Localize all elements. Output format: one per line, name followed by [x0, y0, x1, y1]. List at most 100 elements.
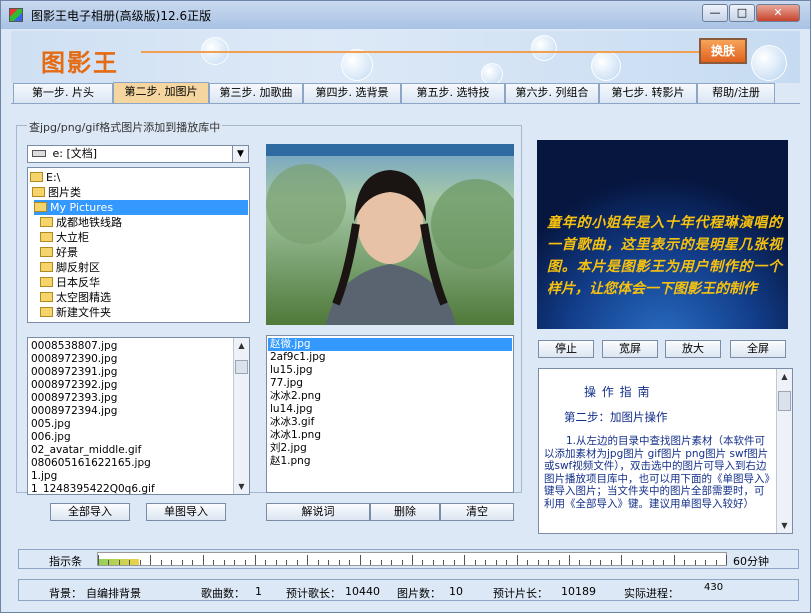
indicator-tick: [150, 555, 152, 565]
indicator-tick: [255, 555, 256, 565]
status-songs-label: 歌曲数：: [201, 587, 245, 600]
indicator-tick: [401, 560, 403, 565]
folder-tree[interactable]: E:\ 图片类 My Pictures 成都地铁线路 大立柜 好景 脚反射区 日…: [27, 167, 250, 323]
scroll-up-icon[interactable]: ▲: [777, 369, 792, 384]
folder-open-icon: [30, 172, 43, 182]
bubble-decoration: [481, 63, 503, 83]
tree-item[interactable]: 脚反射区: [40, 260, 100, 275]
drive-value: e: [文档]: [52, 147, 98, 160]
maximize-button[interactable]: □: [729, 4, 755, 22]
tree-item-selected[interactable]: My Pictures: [34, 200, 248, 215]
playlist-item[interactable]: 冰冰1.png: [270, 429, 321, 442]
scroll-thumb[interactable]: [778, 391, 791, 411]
tree-item[interactable]: 成都地铁线路: [40, 215, 122, 230]
guide-scrollbar[interactable]: ▲ ▼: [776, 369, 792, 533]
guide-body: 1.从左边的目录中查找图片素材（本软件可以添加素材为jpg图片 gif图片 pn…: [544, 435, 770, 510]
tree-item[interactable]: 图片类: [32, 185, 81, 200]
tab-step2[interactable]: 第二步. 加图片: [113, 82, 209, 103]
drive-select[interactable]: e: [文档] ▼: [27, 145, 249, 163]
status-film-len-value: 10189: [561, 585, 596, 598]
app-icon: [9, 8, 23, 22]
list-item[interactable]: 0008972390.jpg: [31, 353, 117, 366]
widescreen-button[interactable]: 宽屏: [602, 340, 658, 358]
list-item[interactable]: 0008972394.jpg: [31, 405, 117, 418]
bubble-decoration: [531, 35, 557, 61]
scroll-down-icon[interactable]: ▼: [234, 479, 249, 494]
tab-step7[interactable]: 第七步. 转影片: [599, 83, 697, 103]
indicator-tick: [652, 560, 654, 565]
status-songs-value: 1: [255, 585, 262, 598]
playlist-item[interactable]: 2af9c1.jpg: [270, 351, 326, 364]
indicator-tick: [443, 560, 445, 565]
list-item[interactable]: 0008972393.jpg: [31, 392, 117, 405]
list-item[interactable]: 0008538807.jpg: [31, 340, 117, 353]
playlist-item[interactable]: lu15.jpg: [270, 364, 313, 377]
title-bar[interactable]: 图影王电子相册(高级版)12.6正版 — □ ✕: [1, 1, 810, 29]
folder-icon: [40, 307, 53, 317]
delete-button[interactable]: 删除: [370, 503, 440, 521]
tab-step1[interactable]: 第一步. 片头: [13, 83, 113, 103]
indicator-tick: [694, 560, 696, 565]
tree-item[interactable]: 日本反华: [40, 275, 100, 290]
guide-step: 第二步：加图片操作: [564, 410, 668, 424]
film-preview: 童年的小姐年是入十年代程琳演唱的一首歌曲，这里表示的是明星几张视图。本片是图影王…: [537, 140, 788, 329]
tree-item[interactable]: 新建文件夹: [40, 305, 111, 320]
indicator-tick: [317, 560, 319, 565]
indicator-tick: [558, 560, 560, 565]
file-list-scrollbar[interactable]: ▲ ▼: [233, 338, 249, 494]
import-single-button[interactable]: 单图导入: [146, 503, 226, 521]
tab-help[interactable]: 帮助/注册: [697, 83, 775, 103]
playlist-item[interactable]: 刘2.jpg: [270, 442, 307, 455]
indicator-tick: [307, 555, 309, 565]
skin-switch-button[interactable]: 换肤: [699, 38, 747, 64]
scroll-down-icon[interactable]: ▼: [777, 518, 792, 533]
app-window: 图影王电子相册(高级版)12.6正版 — □ ✕ 图影王 换肤 第一步. 片头 …: [0, 0, 811, 613]
status-song-len-value: 10440: [345, 585, 380, 598]
status-bg-value: 自编排背景: [86, 587, 141, 600]
list-item[interactable]: 0008972392.jpg: [31, 379, 117, 392]
tree-item[interactable]: 好景: [40, 245, 78, 260]
tab-step6[interactable]: 第六步. 列组合: [505, 83, 599, 103]
list-item[interactable]: 0008972391.jpg: [31, 366, 117, 379]
tree-item[interactable]: 太空图精选: [40, 290, 111, 305]
scroll-thumb[interactable]: [235, 360, 248, 374]
caption-button[interactable]: 解说词: [266, 503, 370, 521]
tab-step4[interactable]: 第四步. 选背景: [303, 83, 401, 103]
file-list[interactable]: 0008538807.jpg 0008972390.jpg 0008972391…: [27, 337, 250, 495]
stop-button[interactable]: 停止: [538, 340, 594, 358]
clear-button[interactable]: 清空: [440, 503, 514, 521]
tab-step3[interactable]: 第三步. 加歌曲: [209, 83, 303, 103]
playlist-item[interactable]: 77.jpg: [270, 377, 303, 390]
playlist-item[interactable]: lu14.jpg: [270, 403, 313, 416]
folder-open-icon: [34, 202, 47, 212]
fullscreen-button[interactable]: 全屏: [730, 340, 786, 358]
bubble-decoration: [591, 51, 621, 81]
tree-item[interactable]: E:\: [30, 170, 60, 185]
list-item[interactable]: 1.jpg: [31, 470, 57, 483]
close-button[interactable]: ✕: [756, 4, 800, 22]
folder-open-icon: [32, 187, 45, 197]
playlist[interactable]: 赵微.jpg 2af9c1.jpg lu15.jpg 77.jpg 冰冰2.pn…: [266, 335, 514, 493]
banner-swoosh: [141, 51, 701, 53]
tree-item[interactable]: 大立柜: [40, 230, 89, 245]
indicator-tick: [118, 560, 120, 565]
import-all-button[interactable]: 全部导入: [50, 503, 130, 521]
list-item[interactable]: 080605161622165.jpg: [31, 457, 151, 470]
scroll-up-icon[interactable]: ▲: [234, 338, 249, 353]
playlist-item-selected[interactable]: 赵微.jpg: [268, 338, 512, 351]
list-item[interactable]: 006.jpg: [31, 431, 71, 444]
playlist-item[interactable]: 赵1.png: [270, 455, 311, 468]
playlist-item[interactable]: 冰冰3.gif: [270, 416, 314, 429]
indicator-tick: [453, 560, 455, 565]
list-item[interactable]: 1_1248395422Q0q6.gif: [31, 483, 155, 494]
list-item[interactable]: 005.jpg: [31, 418, 71, 431]
minimize-button[interactable]: —: [702, 4, 728, 22]
chevron-down-icon[interactable]: ▼: [232, 146, 248, 162]
folder-icon: [40, 232, 53, 242]
indicator-max: 60分钟: [733, 555, 769, 568]
playlist-item[interactable]: 冰冰2.png: [270, 390, 321, 403]
zoom-button[interactable]: 放大: [665, 340, 721, 358]
tab-step5[interactable]: 第五步. 选特技: [401, 83, 505, 103]
folder-icon: [40, 292, 53, 302]
list-item[interactable]: 02_avatar_middle.gif: [31, 444, 141, 457]
